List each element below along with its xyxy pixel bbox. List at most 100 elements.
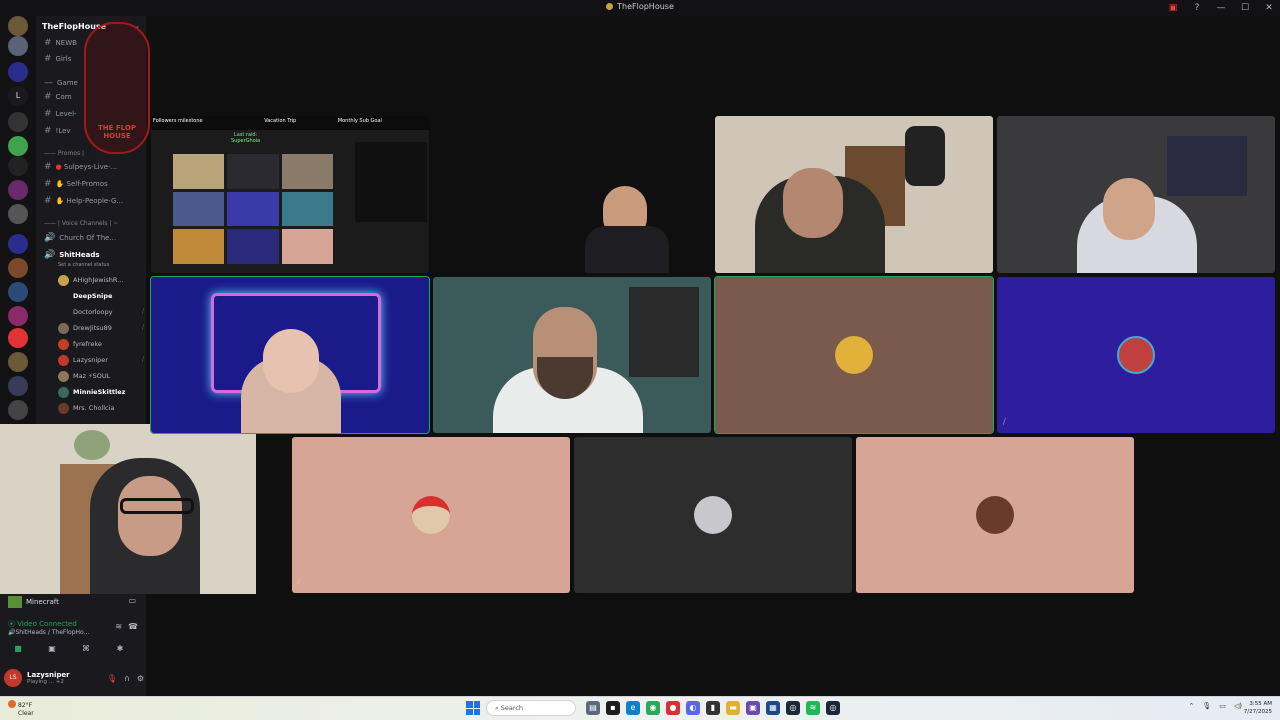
voice-user[interactable]: MinnieSkittlez: [58, 385, 125, 399]
voice-user-name: DrewJitsu89: [73, 324, 112, 332]
cast-icon[interactable]: ▭: [128, 596, 136, 605]
noise-suppression-icon[interactable]: ≋: [115, 622, 122, 631]
hash-icon: #: [44, 109, 52, 119]
chevron-up-icon[interactable]: ⌃: [1188, 702, 1194, 710]
app-icon-2[interactable]: ▣: [746, 701, 760, 715]
video-tile-avatar[interactable]: ⧸: [292, 437, 570, 593]
server-icon-14[interactable]: [8, 400, 28, 420]
channel-item[interactable]: # Girls: [44, 54, 71, 66]
activity-button[interactable]: ⌘: [76, 644, 96, 656]
connection-channel-text: ShitHeads / TheFlopHo...: [15, 629, 90, 636]
voice-user[interactable]: AHighJewishR...: [58, 273, 123, 287]
last-raid-name: SuperGhoia: [231, 138, 261, 144]
video-tile-avatar-speaking[interactable]: [714, 276, 994, 434]
voice-user[interactable]: Maz ⚡SOUL: [58, 369, 110, 383]
stream-header-right: Monthly Sub Goal: [337, 118, 382, 124]
channel-label: NEWB: [55, 39, 77, 47]
server-icon-13[interactable]: [8, 376, 28, 396]
channel-item[interactable]: # Com: [44, 92, 72, 104]
server-icon-7[interactable]: [8, 204, 28, 224]
task-view-icon[interactable]: ▤: [586, 701, 600, 715]
store-icon[interactable]: ▦: [766, 701, 780, 715]
video-tile-stream[interactable]: Followers milestone Vacation Trip Monthl…: [151, 116, 429, 273]
channel-item[interactable]: # ✋ Help-People-G...: [44, 196, 123, 208]
server-icon-9[interactable]: [8, 282, 28, 302]
user-panel[interactable]: LS Lazysniper Playing ... +2 🎙 ∩ ⚙: [4, 666, 144, 690]
disconnect-icon[interactable]: ☎: [128, 622, 138, 631]
widgets-icon[interactable]: ▪: [606, 701, 620, 715]
app-icon[interactable]: ●: [666, 701, 680, 715]
file-explorer-icon[interactable]: ▬: [726, 701, 740, 715]
gear-icon[interactable]: ⚙: [137, 674, 144, 683]
steam-icon-2[interactable]: ◎: [826, 701, 840, 715]
video-tile-webcam[interactable]: [997, 116, 1275, 273]
network-icon[interactable]: ▭: [1219, 702, 1226, 710]
voice-user[interactable]: DrewJitsu89 ⧸: [58, 321, 144, 335]
channel-item[interactable]: — Game: [44, 78, 78, 90]
inbox-icon[interactable]: ▣: [1166, 1, 1180, 15]
activity[interactable]: Minecraft: [8, 596, 59, 608]
voice-user[interactable]: Mrs. Chollcia: [58, 401, 114, 415]
video-tile-webcam[interactable]: [433, 277, 711, 433]
channel-item[interactable]: # !Lev: [44, 126, 71, 138]
spotify-icon[interactable]: ≋: [806, 701, 820, 715]
microphone-icon[interactable]: 🎙: [1202, 702, 1211, 710]
voice-user[interactable]: Doctorloopy ⧸: [58, 305, 144, 319]
microphone: [905, 126, 945, 186]
category-promos[interactable]: —— Promos |: [44, 150, 84, 157]
connection-channel[interactable]: 🔊ShitHeads / TheFlopHo...: [8, 629, 89, 636]
server-icon-l[interactable]: L: [8, 86, 28, 106]
close-button[interactable]: ✕: [1262, 1, 1276, 15]
folder-icon[interactable]: [8, 62, 28, 82]
server-icon-2[interactable]: [8, 36, 28, 56]
voice-user[interactable]: Lazysniper ⧸: [58, 353, 144, 367]
discord-icon[interactable]: ◐: [686, 701, 700, 715]
server-icon-1[interactable]: [8, 16, 28, 36]
voice-channel-item[interactable]: 🔊 Church Of The...: [44, 233, 116, 245]
category-voice[interactable]: —— | Voice Channels | ~: [44, 220, 118, 227]
voice-user[interactable]: DeepSnipe: [58, 289, 112, 303]
stream-header-left: Followers milestone: [153, 118, 203, 124]
mic-muted-icon[interactable]: 🎙: [107, 674, 117, 683]
video-tile-avatar[interactable]: [574, 437, 852, 593]
steam-icon[interactable]: ◎: [786, 701, 800, 715]
voice-channel-item-active[interactable]: 🔊 ShitHeads: [44, 250, 100, 262]
voice-user[interactable]: fyrefreke: [58, 337, 102, 351]
video-tile-avatar[interactable]: ⧸: [997, 277, 1275, 433]
avatar: [835, 336, 873, 374]
server-icon-5[interactable]: [8, 156, 28, 176]
screenshare-button[interactable]: ▣: [42, 644, 62, 656]
maximize-button[interactable]: ☐: [1238, 1, 1252, 15]
server-icon-10[interactable]: [8, 306, 28, 326]
help-icon[interactable]: ?: [1190, 1, 1204, 15]
server-icon-12[interactable]: [8, 352, 28, 372]
volume-icon[interactable]: ◁): [1234, 702, 1242, 710]
channel-item[interactable]: # Level-: [44, 109, 77, 121]
video-tile-webcam[interactable]: ⧸: [715, 116, 993, 273]
soundboard-button[interactable]: ✱: [110, 644, 130, 656]
channel-item[interactable]: # NEWB: [44, 38, 77, 50]
server-icon-3[interactable]: [8, 112, 28, 132]
minimize-button[interactable]: —: [1214, 1, 1228, 15]
weather-widget[interactable]: 82°F Clear: [8, 700, 34, 718]
video-tile-webcam-speaking[interactable]: [150, 276, 430, 434]
server-icon-6[interactable]: [8, 180, 28, 200]
channel-item[interactable]: # ● Sulpeys-Live-...: [44, 162, 117, 174]
video-tile-avatar[interactable]: [856, 437, 1134, 593]
video-tile-webcam[interactable]: [567, 176, 687, 273]
self-camera-preview[interactable]: [0, 424, 256, 594]
server-icon-4[interactable]: [8, 136, 28, 156]
channel-item[interactable]: # ✋ Self-Promos: [44, 179, 108, 191]
taskbar-search[interactable]: ⌕ Search: [486, 700, 576, 716]
terminal-icon[interactable]: ▮: [706, 701, 720, 715]
taskbar-clock[interactable]: 3:55 AM 7/27/2025: [1244, 700, 1272, 716]
headphones-icon[interactable]: ∩: [124, 674, 130, 683]
server-icon-11[interactable]: [8, 328, 28, 348]
camera-button[interactable]: ■: [8, 644, 28, 656]
chrome-icon[interactable]: ◉: [646, 701, 660, 715]
participant-face: [783, 168, 843, 238]
server-icon-8[interactable]: [8, 258, 28, 278]
edge-icon[interactable]: e: [626, 701, 640, 715]
windows-start-icon[interactable]: [466, 701, 480, 715]
folder-icon-2[interactable]: [8, 234, 28, 254]
